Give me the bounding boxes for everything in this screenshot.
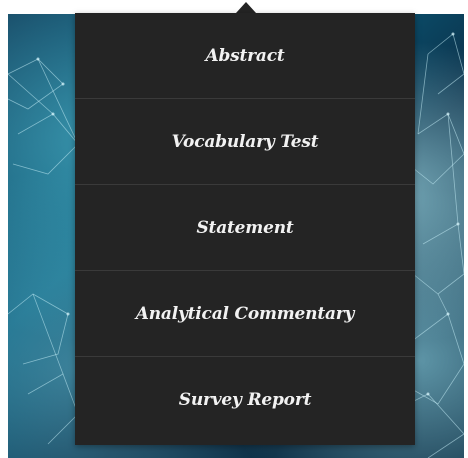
menu-item-analytical-commentary[interactable]: Analytical Commentary: [75, 271, 415, 357]
menu-item-label: Vocabulary Test: [171, 131, 319, 152]
menu-item-survey-report[interactable]: Survey Report: [75, 357, 415, 443]
menu-item-label: Abstract: [205, 45, 285, 66]
page-stage: Abstract Vocabulary Test Statement Analy…: [0, 0, 468, 458]
menu-item-abstract[interactable]: Abstract: [75, 13, 415, 99]
dropdown-menu: Abstract Vocabulary Test Statement Analy…: [75, 13, 415, 445]
menu-item-label: Survey Report: [178, 390, 312, 410]
menu-item-label: Analytical Commentary: [135, 303, 355, 324]
menu-pointer-caret: [236, 2, 256, 13]
menu-item-statement[interactable]: Statement: [75, 185, 415, 271]
menu-item-vocabulary-test[interactable]: Vocabulary Test: [75, 99, 415, 185]
menu-item-label: Statement: [196, 217, 294, 238]
